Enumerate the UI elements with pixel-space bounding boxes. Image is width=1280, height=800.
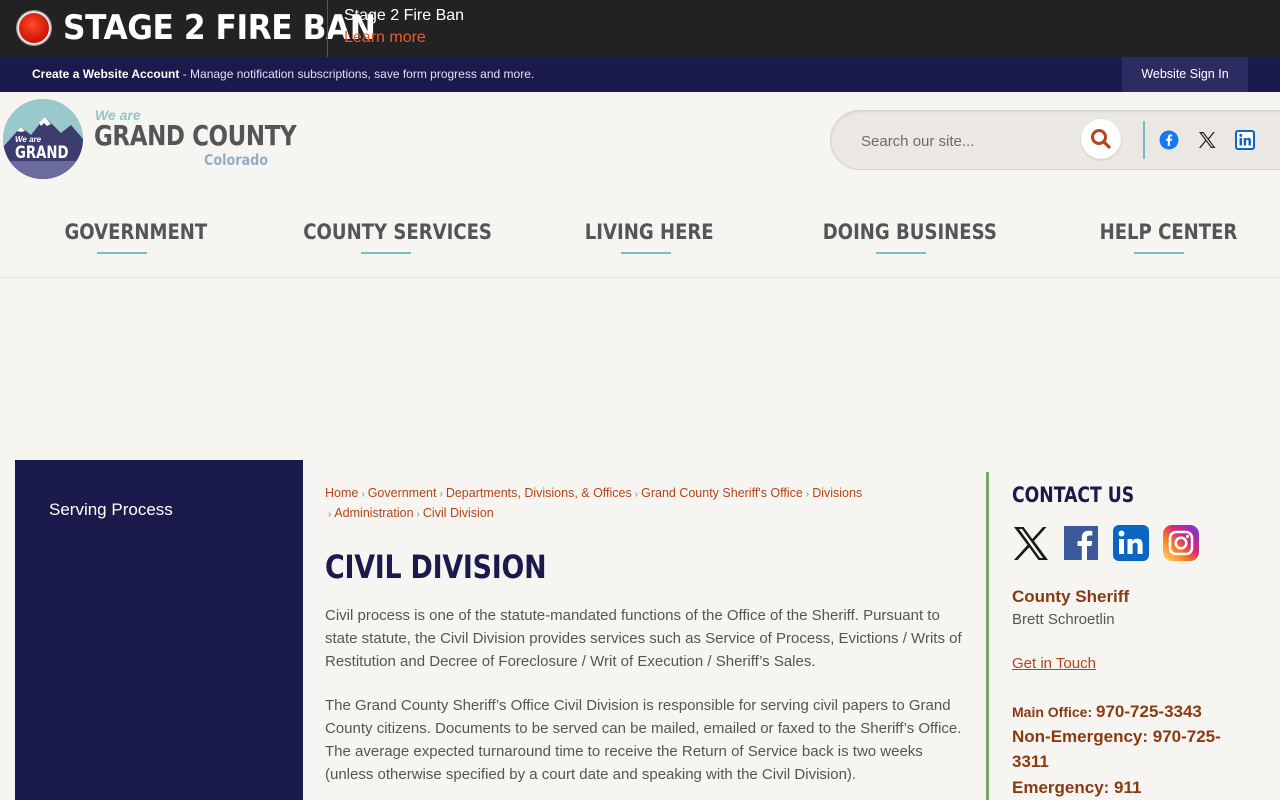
website-sign-in-button[interactable]: Website Sign In <box>1122 57 1248 92</box>
non-emergency-phone: Non-Emergency: 970-725-3311 <box>1012 724 1252 774</box>
search-bar <box>830 110 1280 170</box>
breadcrumb-civil-division[interactable]: Civil Division <box>423 506 494 520</box>
breadcrumb-government[interactable]: Government <box>368 486 437 500</box>
linkedin-icon[interactable] <box>1112 524 1150 562</box>
county-logo-badge[interactable]: We are GRAND <box>3 99 83 179</box>
x-icon[interactable] <box>1197 130 1217 150</box>
site-header: We are GRAND We are GRAND COUNTY Colorad… <box>0 92 1280 278</box>
account-description: - Manage notification subscriptions, sav… <box>179 67 535 81</box>
breadcrumb-divisions[interactable]: Divisions <box>812 486 862 500</box>
side-navigation: Serving Process <box>15 460 303 800</box>
instagram-icon[interactable] <box>1162 524 1200 562</box>
x-icon[interactable] <box>1012 524 1050 562</box>
intro-paragraph: Civil process is one of the statute-mand… <box>325 607 962 670</box>
emergency-phone: Emergency: 911 <box>1012 775 1252 800</box>
main-office-phone: Main Office: 970-725-3343 <box>1012 699 1252 725</box>
nav-underline <box>97 252 147 254</box>
contact-name: Brett Schroetlin <box>1012 611 1115 628</box>
alert-bar: STAGE 2 FIRE BAN Stage 2 Fire Ban Learn … <box>0 0 1280 57</box>
account-message: Create a Website Account - Manage notifi… <box>32 67 534 81</box>
linkedin-icon[interactable] <box>1235 130 1255 150</box>
create-account-link[interactable]: Create a Website Account <box>32 67 179 81</box>
search-icon <box>1091 129 1111 149</box>
search-divider <box>1143 121 1145 159</box>
facebook-icon[interactable] <box>1159 130 1179 150</box>
emergency-label: Emergency: <box>1012 778 1115 797</box>
contact-role: County Sheriff <box>1012 587 1130 606</box>
non-emergency-label: Non-Emergency: <box>1012 727 1153 746</box>
alert-title[interactable]: STAGE 2 FIRE BAN <box>63 8 376 48</box>
breadcrumb-separator: › <box>416 509 420 520</box>
search-button[interactable] <box>1081 119 1121 159</box>
get-in-touch-link[interactable]: Get in Touch <box>1012 655 1096 672</box>
main-navigation: GOVERNMENT COUNTY SERVICES LIVING HERE D… <box>0 212 1280 257</box>
nav-item-county-services[interactable]: COUNTY SERVICES <box>303 220 492 244</box>
emergency-number[interactable]: 911 <box>1114 778 1141 797</box>
contact-divider <box>986 472 989 800</box>
breadcrumb-separator: › <box>805 489 810 500</box>
nav-item-government[interactable]: GOVERNMENT <box>64 220 207 244</box>
search-input[interactable] <box>859 128 1073 154</box>
nav-underline <box>621 252 671 254</box>
badge-grand: GRAND <box>15 143 69 163</box>
breadcrumb-sheriffs-office[interactable]: Grand County Sheriff's Office <box>641 486 803 500</box>
alert-subtitle: Stage 2 Fire Ban <box>344 7 465 24</box>
logo-colorado: Colorado <box>204 151 269 169</box>
breadcrumb-home[interactable]: Home <box>325 486 358 500</box>
breadcrumb-separator: › <box>361 489 365 500</box>
alert-icon <box>17 11 51 45</box>
main-office-label: Main Office: <box>1012 704 1097 720</box>
nav-item-living-here[interactable]: LIVING HERE <box>585 220 714 244</box>
breadcrumb-administration[interactable]: Administration <box>334 506 413 520</box>
nav-underline <box>361 252 411 254</box>
breadcrumb-separator: › <box>328 509 332 520</box>
nav-underline <box>876 252 926 254</box>
breadcrumb-separator: › <box>439 489 443 500</box>
logo-grand-county[interactable]: GRAND COUNTY <box>94 119 297 152</box>
nav-underline <box>1134 252 1184 254</box>
alert-divider <box>327 0 328 57</box>
learn-more-link[interactable]: Learn more <box>344 29 426 47</box>
breadcrumb: Home › Government › Departments, Divisions, … <box>325 484 885 524</box>
facebook-icon[interactable] <box>1062 524 1100 562</box>
breadcrumb-separator: › <box>634 489 639 500</box>
page-title: CIVIL DIVISION <box>325 548 547 586</box>
contact-us-heading: CONTACT US <box>1012 483 1135 507</box>
sidebar-item-serving-process[interactable]: Serving Process <box>49 500 173 520</box>
body-paragraph: The Grand County Sheriff’s Office Civil … <box>325 697 962 783</box>
breadcrumb-departments[interactable]: Departments, Divisions, & Offices <box>446 486 632 500</box>
account-bar: Create a Website Account - Manage notifi… <box>0 57 1280 92</box>
nav-item-doing-business[interactable]: DOING BUSINESS <box>823 220 997 244</box>
nav-item-help-center[interactable]: HELP CENTER <box>1100 220 1238 244</box>
main-office-number[interactable]: 970-725-3343 <box>1096 702 1202 721</box>
